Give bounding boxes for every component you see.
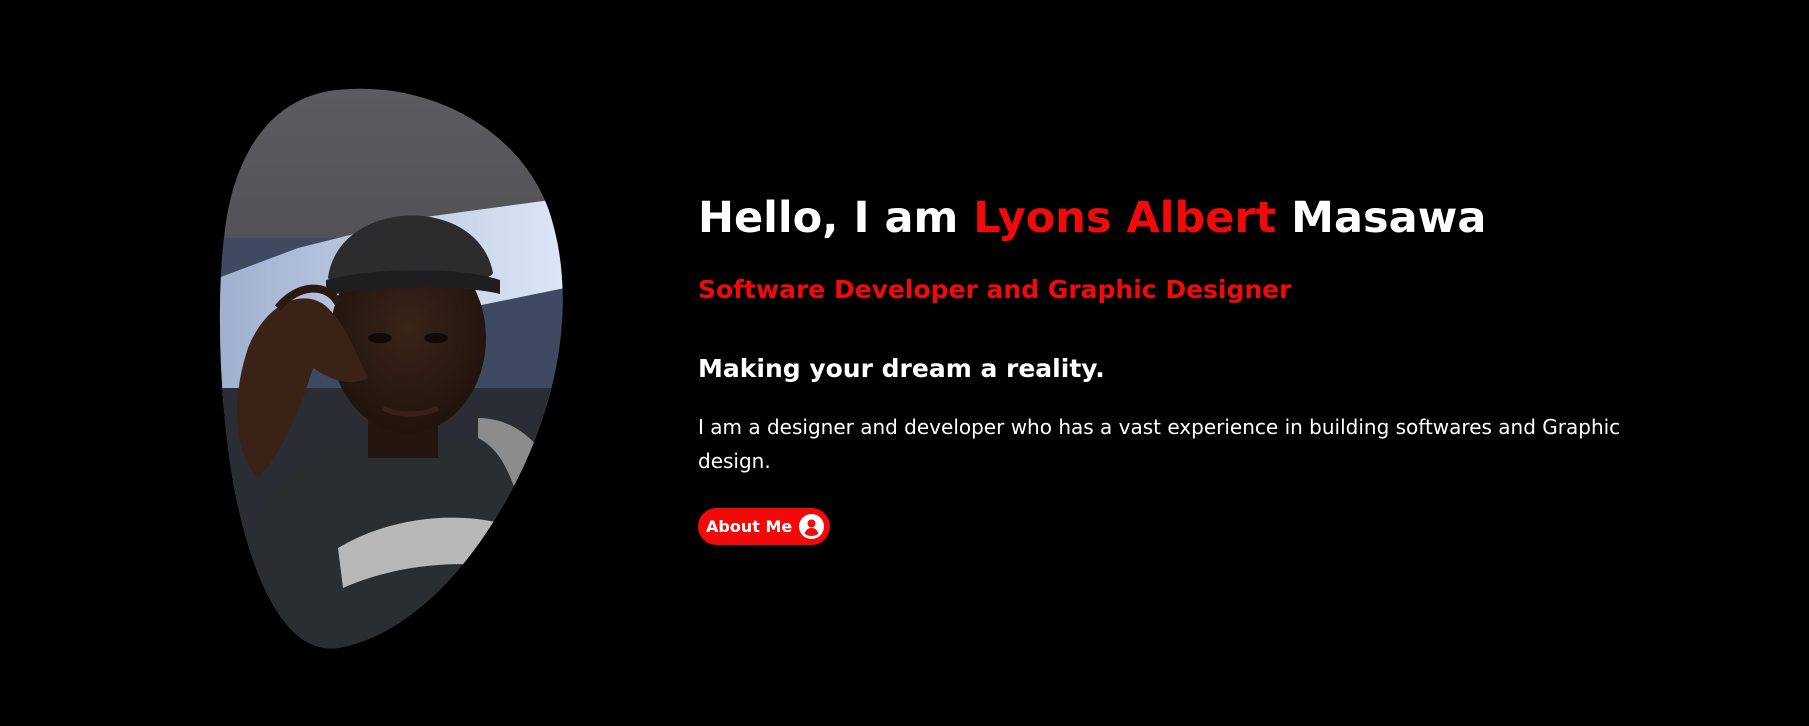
about-me-button[interactable]: About Me bbox=[698, 508, 831, 545]
name-last: Masawa bbox=[1276, 193, 1487, 243]
page-title: Hello, I am Lyons Albert Masawa bbox=[698, 190, 1658, 246]
bio-text: I am a designer and developer who has a … bbox=[698, 415, 1621, 473]
role-subtitle: Software Developer and Graphic Designer bbox=[698, 275, 1292, 304]
tagline: Making your dream a reality. bbox=[698, 354, 1105, 383]
name-highlight: Lyons Albert bbox=[973, 193, 1277, 243]
hero-section: Hello, I am Lyons Albert Masawa Software… bbox=[0, 0, 1809, 726]
about-me-label: About Me bbox=[706, 517, 793, 536]
user-circle-icon bbox=[799, 514, 825, 539]
intro-content: Hello, I am Lyons Albert Masawa Software… bbox=[698, 190, 1658, 545]
profile-photo bbox=[218, 88, 565, 650]
greeting-prefix: Hello, I am bbox=[698, 193, 974, 243]
